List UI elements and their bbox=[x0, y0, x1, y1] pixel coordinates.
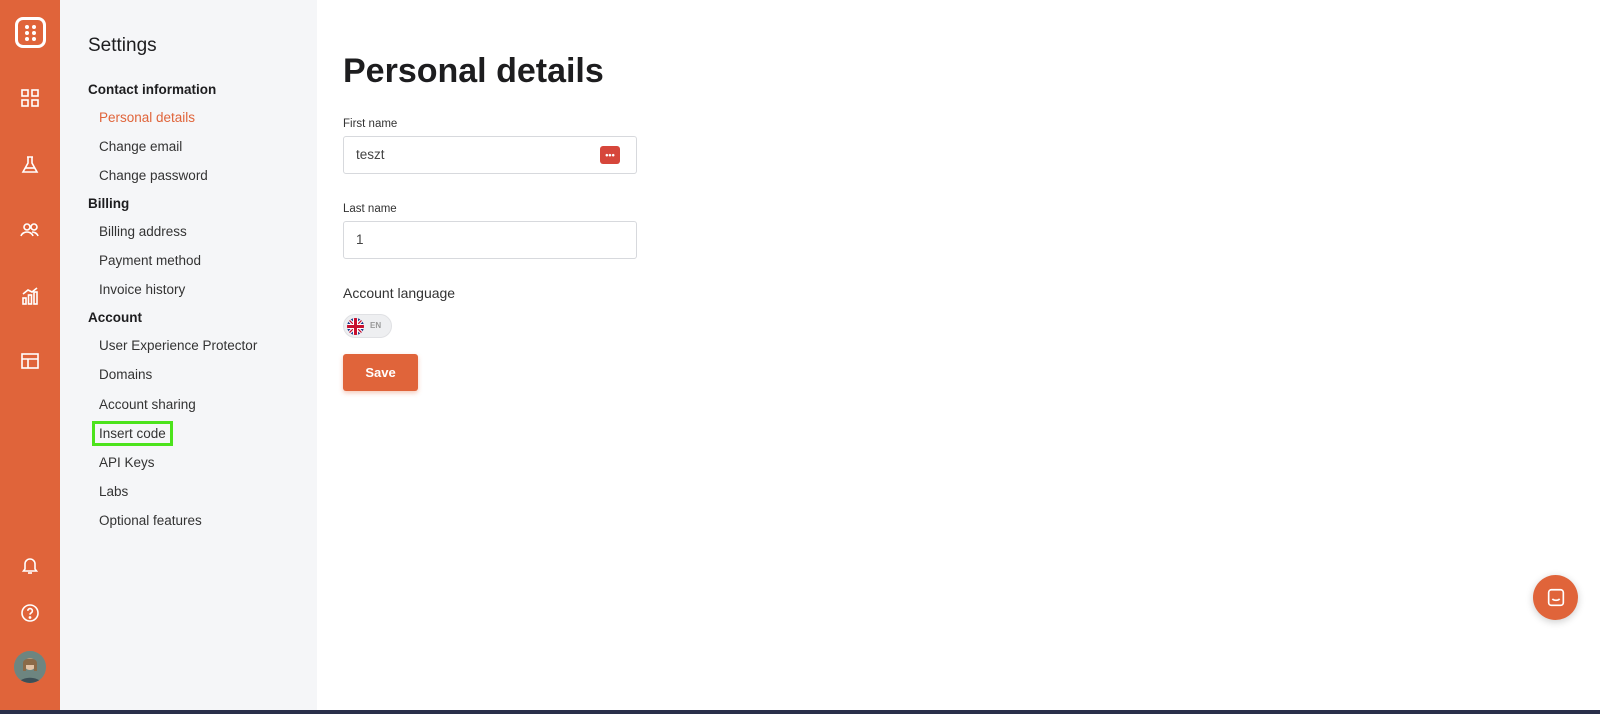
sidebar-item-api-keys[interactable]: API Keys bbox=[99, 455, 155, 470]
last-name-label: Last name bbox=[343, 203, 397, 215]
bell-icon[interactable] bbox=[20, 555, 40, 575]
language-code: EN bbox=[370, 321, 382, 330]
account-language-label: Account language bbox=[343, 285, 456, 301]
sidebar-item-invoice-history[interactable]: Invoice history bbox=[99, 282, 185, 297]
sidebar-item-insert-code[interactable]: Insert code bbox=[92, 421, 173, 446]
analytics-icon[interactable] bbox=[20, 286, 40, 306]
sidebar-item-personal-details[interactable]: Personal details bbox=[99, 110, 195, 125]
settings-sidebar: Settings Contact information Personal de… bbox=[60, 0, 317, 714]
section-heading-billing: Billing bbox=[88, 196, 130, 211]
chat-widget-button[interactable] bbox=[1533, 575, 1578, 620]
language-selector[interactable]: EN bbox=[343, 314, 392, 338]
first-name-field[interactable]: teszt ••• bbox=[343, 136, 637, 174]
section-heading-account: Account bbox=[88, 310, 142, 325]
sidebar-item-optional-features[interactable]: Optional features bbox=[99, 513, 202, 528]
bottom-bar bbox=[0, 710, 1600, 714]
first-name-value: teszt bbox=[356, 147, 385, 162]
help-icon[interactable] bbox=[20, 603, 40, 623]
sidebar-item-change-email[interactable]: Change email bbox=[99, 139, 182, 154]
sidebar-item-domains[interactable]: Domains bbox=[99, 367, 152, 382]
sidebar-item-labs[interactable]: Labs bbox=[99, 484, 128, 499]
last-name-value: 1 bbox=[356, 232, 364, 247]
first-name-label: First name bbox=[343, 118, 398, 130]
users-icon[interactable] bbox=[20, 220, 40, 240]
uk-flag-icon bbox=[347, 318, 364, 335]
sidebar-item-account-sharing[interactable]: Account sharing bbox=[99, 397, 196, 412]
sidebar-item-billing-address[interactable]: Billing address bbox=[99, 224, 187, 239]
avatar[interactable] bbox=[14, 651, 46, 683]
flask-icon[interactable] bbox=[20, 155, 40, 175]
password-manager-icon[interactable]: ••• bbox=[600, 146, 620, 164]
section-heading-contact: Contact information bbox=[88, 82, 217, 97]
last-name-field[interactable]: 1 bbox=[343, 221, 637, 259]
sidebar-title: Settings bbox=[88, 35, 157, 56]
dashboard-icon[interactable] bbox=[20, 88, 40, 108]
page-title: Personal details bbox=[343, 52, 604, 90]
icon-rail bbox=[0, 0, 60, 714]
sidebar-item-user-experience-protector[interactable]: User Experience Protector bbox=[99, 338, 257, 353]
sidebar-item-change-password[interactable]: Change password bbox=[99, 168, 208, 183]
layout-icon[interactable] bbox=[20, 351, 40, 371]
chat-icon bbox=[1547, 588, 1564, 606]
sidebar-item-payment-method[interactable]: Payment method bbox=[99, 253, 201, 268]
save-button[interactable]: Save bbox=[343, 354, 418, 391]
logo-icon[interactable] bbox=[15, 17, 46, 48]
main-content: Personal details First name teszt ••• La… bbox=[317, 0, 1600, 714]
